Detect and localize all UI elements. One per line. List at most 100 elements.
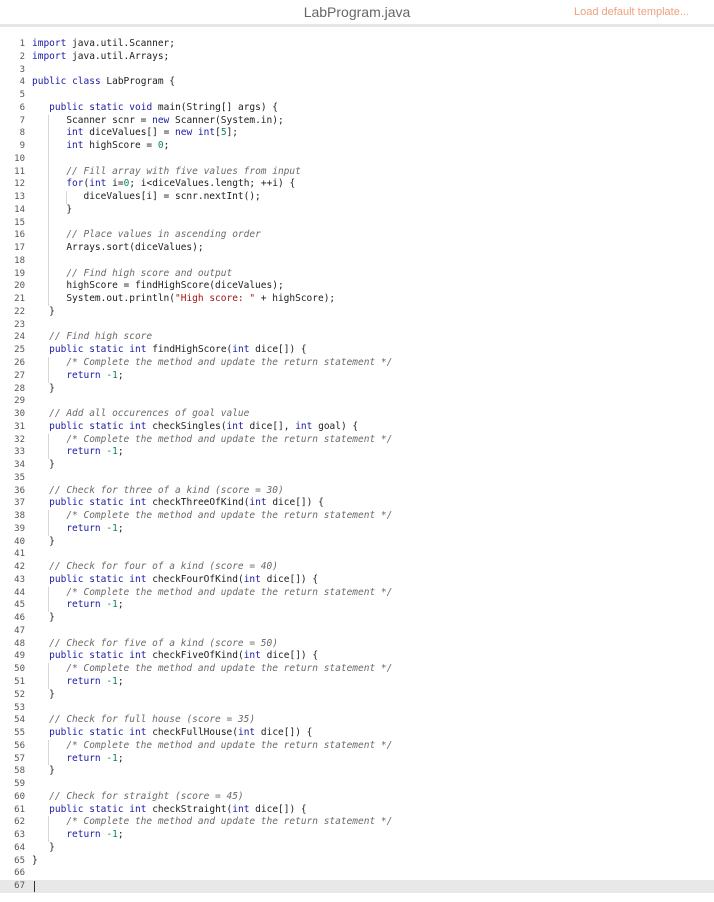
line-number: 15 <box>14 217 25 228</box>
code-text: } <box>32 854 38 866</box>
code-line[interactable]: 64 } <box>0 842 714 855</box>
code-line[interactable]: 57 return -1; <box>0 753 714 766</box>
code-line[interactable]: 37 public static int checkThreeOfKind(in… <box>0 497 714 510</box>
code-text: } <box>32 765 55 777</box>
code-text: } <box>32 203 73 215</box>
code-line[interactable]: 60 // Check for straight (score = 45) <box>0 791 714 804</box>
code-line[interactable]: 6 public static void main(String[] args)… <box>0 102 714 115</box>
code-line[interactable]: 53 <box>0 702 714 715</box>
line-number: 67 <box>14 881 25 892</box>
line-number: 29 <box>14 396 25 407</box>
code-line[interactable]: 12 for(int i=0; i<diceValues.length; ++i… <box>0 178 714 191</box>
code-line[interactable]: 1 import java.util.Scanner; <box>0 38 714 51</box>
code-line[interactable]: 55 public static int checkFullHouse(int … <box>0 727 714 740</box>
code-line[interactable]: 13 diceValues[i] = scnr.nextInt(); <box>0 191 714 204</box>
code-line[interactable]: 47 <box>0 625 714 638</box>
code-line[interactable]: 18 <box>0 255 714 268</box>
line-number: 61 <box>14 804 25 815</box>
code-line[interactable]: 20 highScore = findHighScore(diceValues)… <box>0 280 714 293</box>
code-line[interactable]: 9 int highScore = 0; <box>0 140 714 153</box>
code-line[interactable]: 66 <box>0 867 714 880</box>
code-line[interactable]: 32 /* Complete the method and update the… <box>0 434 714 447</box>
code-text: public static int checkFullHouse(int dic… <box>49 727 313 739</box>
line-number: 51 <box>14 677 25 687</box>
line-number: 42 <box>14 562 25 573</box>
code-line[interactable]: 38 /* Complete the method and update the… <box>0 510 714 523</box>
code-text: // Check for three of a kind (score = 30… <box>49 484 284 496</box>
code-line[interactable]: 26 /* Complete the method and update the… <box>0 357 714 370</box>
code-line[interactable]: 3 <box>0 64 714 77</box>
code-line[interactable]: 65} <box>0 855 714 868</box>
code-line[interactable]: 43 public static int checkFourOfKind(int… <box>0 574 714 587</box>
code-line[interactable]: 19 // Find high score and output <box>0 268 714 281</box>
code-line[interactable]: 34 } <box>0 459 714 472</box>
code-line[interactable]: 48 // Check for five of a kind (score = … <box>0 638 714 651</box>
code-text: public static int checkFiveOfKind(int di… <box>49 650 319 662</box>
code-editor[interactable]: 1 import java.util.Scanner; 2 import java.u… <box>0 38 714 902</box>
code-line[interactable]: 10 <box>0 153 714 166</box>
line-number: 63 <box>14 830 25 841</box>
line-number: 34 <box>14 460 25 471</box>
code-line[interactable]: 51 return -1; <box>0 676 714 689</box>
code-line[interactable]: 22 } <box>0 306 714 319</box>
code-line[interactable]: 62 /* Complete the method and update the… <box>0 816 714 829</box>
code-text: public static int checkSingles(int dice[… <box>49 420 359 432</box>
code-line[interactable]: 31 public static int checkSingles(int di… <box>0 421 714 434</box>
code-line[interactable]: 5 <box>0 89 714 102</box>
code-line[interactable]: 27 return -1; <box>0 370 714 383</box>
code-text: /* Complete the method and update the re… <box>66 816 393 828</box>
code-line[interactable]: 45 return -1; <box>0 599 714 612</box>
code-text: System.out.println("High score: " + high… <box>32 293 336 305</box>
code-line[interactable]: 29 <box>0 395 714 408</box>
code-text: return -1; <box>66 676 124 687</box>
code-line[interactable]: 33 return -1; <box>0 446 714 459</box>
code-line[interactable]: 21 System.out.println("High score: " + h… <box>0 293 714 306</box>
code-line[interactable]: 49 public static int checkFiveOfKind(int… <box>0 650 714 663</box>
line-number: 38 <box>14 511 25 522</box>
code-line[interactable]: 15 <box>0 217 714 230</box>
code-line[interactable]: 44 /* Complete the method and update the… <box>0 587 714 600</box>
line-number: 49 <box>14 651 25 662</box>
code-line[interactable]: 63 return -1; <box>0 829 714 842</box>
code-line[interactable]: 11 // Fill array with five values from i… <box>0 166 714 179</box>
indent-guide <box>48 357 49 383</box>
code-line[interactable]: 59 <box>0 778 714 791</box>
code-line[interactable]: 25 public static int findHighScore(int d… <box>0 344 714 357</box>
code-line[interactable]: 24 // Find high score <box>0 331 714 344</box>
line-number: 40 <box>14 536 25 547</box>
code-line[interactable]: 39 return -1; <box>0 523 714 536</box>
load-default-template-button[interactable]: Load default template... <box>574 6 689 18</box>
code-line[interactable]: 67 <box>0 880 714 893</box>
code-line[interactable]: 17 Arrays.sort(diceValues); <box>0 242 714 255</box>
code-line[interactable]: 4 public class LabProgram { <box>0 76 714 89</box>
indent-guide <box>48 663 49 689</box>
code-line[interactable]: 58 } <box>0 765 714 778</box>
code-line[interactable]: 30 // Add all occurences of goal value <box>0 408 714 421</box>
code-line[interactable]: 36 // Check for three of a kind (score =… <box>0 485 714 498</box>
code-line[interactable]: 50 /* Complete the method and update the… <box>0 663 714 676</box>
code-line[interactable]: 56 /* Complete the method and update the… <box>0 740 714 753</box>
line-number: 23 <box>14 319 25 330</box>
code-line[interactable]: 35 <box>0 472 714 485</box>
code-line[interactable]: 42 // Check for four of a kind (score = … <box>0 561 714 574</box>
code-line[interactable]: 28 } <box>0 383 714 396</box>
code-text: public static int findHighScore(int dice… <box>49 344 307 356</box>
line-number: 16 <box>14 230 25 241</box>
line-number: 4 <box>19 77 25 88</box>
code-line[interactable]: 23 <box>0 319 714 332</box>
code-line[interactable]: 8 int diceValues[] = new int[5]; <box>0 127 714 140</box>
code-line[interactable]: 46 } <box>0 612 714 625</box>
code-line[interactable]: 41 <box>0 548 714 561</box>
code-text: return -1; <box>66 829 124 841</box>
code-line[interactable]: 7 Scanner scnr = new Scanner(System.in); <box>0 115 714 128</box>
code-text: /* Complete the method and update the re… <box>66 663 393 675</box>
line-number: 21 <box>14 294 25 305</box>
code-line[interactable]: 52 } <box>0 689 714 702</box>
code-text: // Place values in ascending order <box>66 229 261 241</box>
code-line[interactable]: 40 } <box>0 536 714 549</box>
code-line[interactable]: 2 import java.util.Arrays; <box>0 51 714 64</box>
code-line[interactable]: 54 // Check for full house (score = 35) <box>0 714 714 727</box>
code-line[interactable]: 14 } <box>0 204 714 217</box>
code-line[interactable]: 16 // Place values in ascending order <box>0 229 714 242</box>
code-line[interactable]: 61 public static int checkStraight(int d… <box>0 804 714 817</box>
